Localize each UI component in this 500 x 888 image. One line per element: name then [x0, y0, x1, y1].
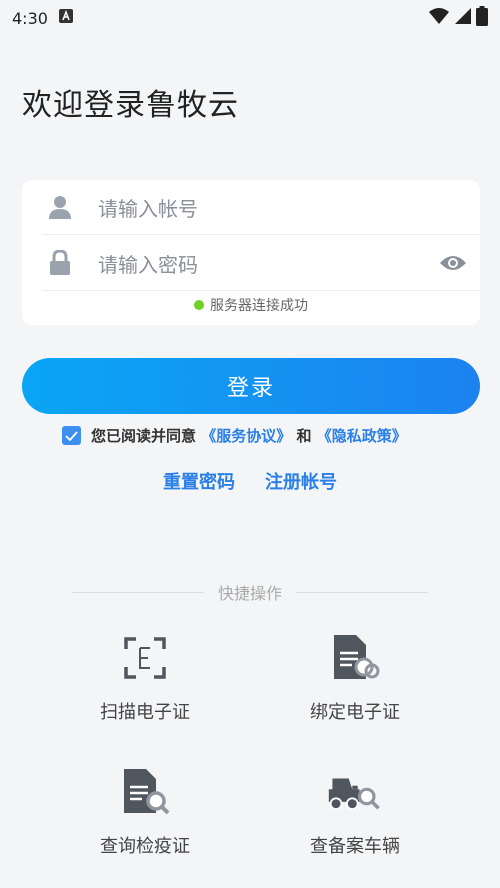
- status-bar: 4:30: [0, 0, 500, 36]
- divider-line-right: [296, 591, 429, 593]
- scan-e-certificate-icon: [117, 630, 173, 686]
- server-status: 服务器连接成功: [22, 295, 480, 315]
- login-button[interactable]: 登录: [22, 358, 480, 414]
- quick-op-label: 绑定电子证: [310, 702, 400, 723]
- service-agreement-link[interactable]: 《服务协议》: [201, 427, 291, 445]
- search-truck-icon: [327, 764, 383, 820]
- quick-op-search-quarantine[interactable]: 查询检疫证: [40, 764, 250, 858]
- show-password-eye-icon[interactable]: [438, 248, 468, 278]
- account-input[interactable]: 请输入帐号: [98, 193, 480, 222]
- user-icon: [46, 193, 74, 221]
- agreement-and: 和: [296, 427, 312, 445]
- login-card: 请输入帐号 请输入密码 服务器连接成功: [22, 180, 480, 325]
- password-row[interactable]: 请输入密码: [42, 236, 480, 291]
- notification-a-icon: [58, 8, 74, 28]
- quick-op-scan-certificate[interactable]: 扫描电子证: [40, 630, 250, 724]
- welcome-title: 欢迎登录鲁牧云: [22, 88, 239, 123]
- agreement-row: 您已阅读并同意 《服务协议》 和 《隐私政策》: [62, 425, 407, 446]
- quick-ops-divider: 快捷操作: [72, 580, 429, 604]
- server-status-text: 服务器连接成功: [210, 298, 308, 314]
- register-link[interactable]: 注册帐号: [265, 468, 337, 494]
- account-links: 重置密码 注册帐号: [0, 468, 500, 494]
- agreement-prefix: 您已阅读并同意: [91, 427, 197, 445]
- password-input[interactable]: 请输入密码: [98, 249, 438, 278]
- quick-op-label: 查询检疫证: [100, 836, 190, 857]
- privacy-policy-link[interactable]: 《隐私政策》: [317, 427, 407, 445]
- reset-password-link[interactable]: 重置密码: [163, 468, 235, 494]
- quick-op-label: 查备案车辆: [310, 836, 400, 857]
- search-document-icon: [117, 764, 173, 820]
- quick-ops-title: 快捷操作: [218, 584, 283, 603]
- lock-icon: [46, 249, 74, 277]
- signal-icon: [454, 7, 472, 29]
- quick-op-search-vehicle[interactable]: 查备案车辆: [250, 764, 460, 858]
- agreement-checkbox[interactable]: [62, 426, 81, 445]
- divider-line-left: [72, 591, 204, 593]
- quick-op-bind-certificate[interactable]: 绑定电子证: [250, 630, 460, 724]
- status-time: 4:30: [12, 8, 48, 28]
- account-row[interactable]: 请输入帐号: [42, 180, 480, 235]
- quick-ops-grid: 扫描电子证 绑定电子证 查询检疫证 查备案车辆: [40, 630, 460, 858]
- battery-icon: [476, 6, 488, 30]
- status-dot-icon: [194, 300, 204, 310]
- wifi-icon: [428, 7, 450, 29]
- quick-op-label: 扫描电子证: [100, 702, 190, 723]
- bind-document-icon: [327, 630, 383, 686]
